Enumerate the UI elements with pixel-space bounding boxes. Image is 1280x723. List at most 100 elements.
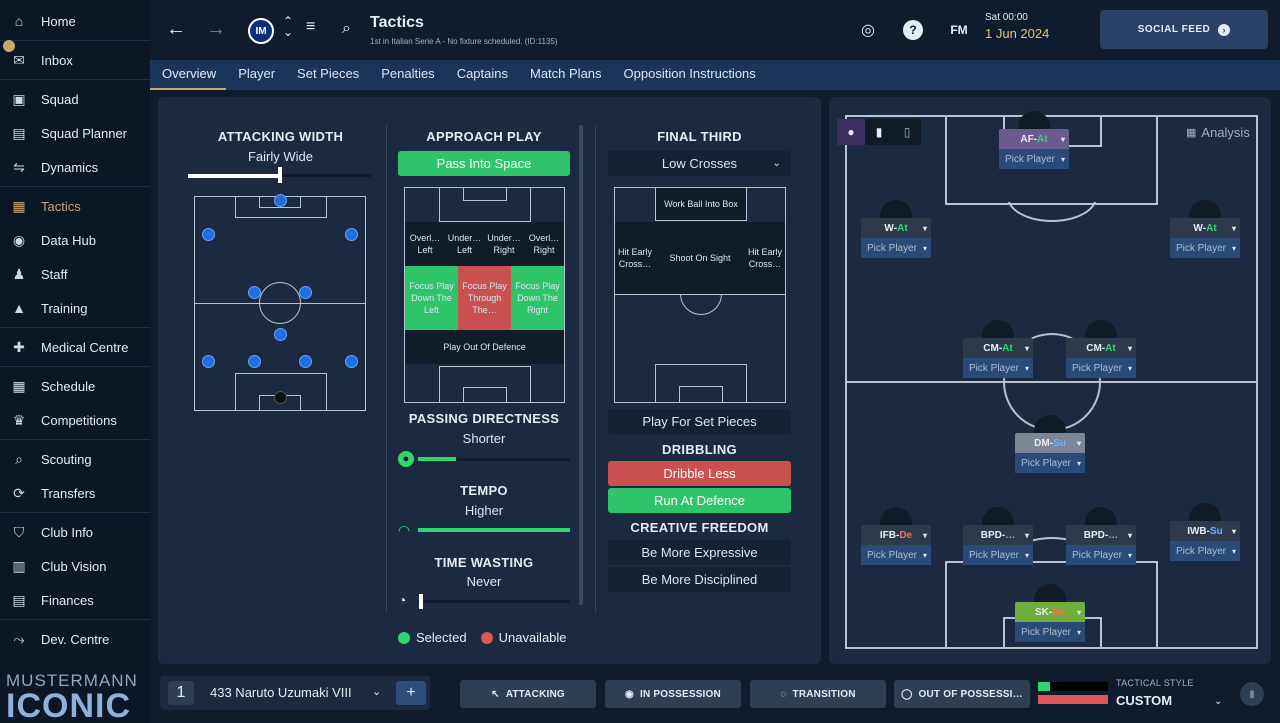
- position-card-bpd[interactable]: BPD - … ▾ Pick Player ▾: [963, 507, 1033, 565]
- work-ball-into-box-zone[interactable]: Work Ball Into Box: [655, 187, 747, 221]
- sidebar-item-dynamics[interactable]: ⇋ Dynamics: [0, 150, 150, 184]
- player-view-icon[interactable]: ●: [837, 119, 865, 145]
- sidebar-item-staff[interactable]: ♟ Staff: [0, 257, 150, 291]
- hit-early-cross-right-zone[interactable]: Hit Early Cross…: [745, 222, 785, 294]
- position-role[interactable]: CM - At ▾: [1066, 338, 1136, 358]
- pick-player-dropdown[interactable]: Pick Player ▾: [963, 545, 1033, 565]
- menu-icon[interactable]: ≡: [306, 18, 315, 36]
- focus-center-zone[interactable]: Focus Play Through The…: [458, 266, 511, 330]
- tab-captains[interactable]: Captains: [445, 60, 518, 90]
- sidebar-item-competitions[interactable]: ♛ Competitions: [0, 403, 150, 437]
- time-wasting-handle[interactable]: [419, 594, 423, 609]
- sidebar-item-tactics[interactable]: ▦ Tactics: [0, 189, 150, 223]
- focus-right-zone[interactable]: Focus Play Down The Right: [511, 266, 564, 330]
- social-feed-button[interactable]: SOCIAL FEED ›: [1100, 10, 1268, 49]
- position-role[interactable]: W - At ▾: [1170, 218, 1240, 238]
- pick-player-dropdown[interactable]: Pick Player ▾: [1066, 545, 1136, 565]
- tab-match-plans[interactable]: Match Plans: [518, 60, 612, 90]
- position-card-sk[interactable]: SK - De ▾ Pick Player ▾: [1015, 584, 1085, 642]
- pick-player-dropdown[interactable]: Pick Player ▾: [963, 358, 1033, 378]
- pick-player-dropdown[interactable]: Pick Player ▾: [999, 149, 1069, 169]
- position-role[interactable]: SK - De ▾: [1015, 602, 1085, 622]
- position-card-af[interactable]: AF - At ▾ Pick Player ▾: [999, 111, 1069, 169]
- forward-arrow-icon[interactable]: →: [206, 18, 226, 41]
- position-card-w[interactable]: W - At ▾ Pick Player ▾: [861, 200, 931, 258]
- scrollbar[interactable]: [579, 125, 583, 605]
- position-role[interactable]: BPD - … ▾: [963, 525, 1033, 545]
- bar-chart-icon[interactable]: ▮: [865, 119, 893, 145]
- position-card-ifb[interactable]: IFB - De ▾ Pick Player ▾: [861, 507, 931, 565]
- dribble-less-button[interactable]: Dribble Less: [608, 461, 791, 486]
- transition-button[interactable]: ◌ TRANSITION: [750, 680, 886, 708]
- sidebar-item-squad[interactable]: ▣ Squad: [0, 82, 150, 116]
- analysis-button[interactable]: ▦ Analysis: [1186, 125, 1250, 140]
- focus-left-zone[interactable]: Focus Play Down The Left: [405, 266, 458, 330]
- pick-player-dropdown[interactable]: Pick Player ▾: [1170, 541, 1240, 561]
- help-icon[interactable]: ?: [903, 20, 923, 40]
- position-card-iwb[interactable]: IWB - Su ▾ Pick Player ▾: [1170, 503, 1240, 561]
- pick-player-dropdown[interactable]: Pick Player ▾: [861, 545, 931, 565]
- pick-player-dropdown[interactable]: Pick Player ▾: [1170, 238, 1240, 258]
- tab-player[interactable]: Player: [226, 60, 285, 90]
- sidebar-item-club-vision[interactable]: ▥ Club Vision: [0, 549, 150, 583]
- sidebar-item-scouting[interactable]: ⌕ Scouting: [0, 442, 150, 476]
- play-for-set-pieces-button[interactable]: Play For Set Pieces: [608, 409, 791, 434]
- be-more-expressive-button[interactable]: Be More Expressive: [608, 540, 791, 565]
- sidebar-item-dev-centre[interactable]: ⤳ Dev. Centre: [0, 622, 150, 656]
- tab-overview[interactable]: Overview: [150, 60, 227, 90]
- sidebar-item-medical-centre[interactable]: ✚ Medical Centre: [0, 330, 150, 364]
- globe-icon[interactable]: ◎: [858, 20, 878, 40]
- in-possession-button[interactable]: ◉ IN POSSESSION: [605, 680, 741, 708]
- sidebar-item-inbox[interactable]: ✉ Inbox: [0, 40, 150, 77]
- sidebar-item-home[interactable]: ⌂ Home: [0, 4, 150, 38]
- sidebar-item-data-hub[interactable]: ◉ Data Hub: [0, 223, 150, 257]
- shoot-on-sight-zone[interactable]: Shoot On Sight: [655, 222, 745, 294]
- overlap-left-zone[interactable]: Overl… Left: [405, 222, 445, 266]
- attacking-width-handle[interactable]: [278, 167, 282, 183]
- time-wasting-track[interactable]: [418, 600, 570, 603]
- club-switch-icon[interactable]: ⌃ ⌄: [283, 15, 293, 38]
- date-box[interactable]: Sat 00:00 1 Jun 2024: [985, 12, 1049, 41]
- position-role[interactable]: CM - At ▾: [963, 338, 1033, 358]
- sidebar-item-club-info[interactable]: ⛉ Club Info: [0, 515, 150, 549]
- stats-icon[interactable]: ▮: [1240, 682, 1264, 706]
- search-icon[interactable]: ⌕: [342, 20, 351, 38]
- position-role[interactable]: IWB - Su ▾: [1170, 521, 1240, 541]
- pick-player-dropdown[interactable]: Pick Player ▾: [1066, 358, 1136, 378]
- chevron-down-icon[interactable]: ⌄: [1214, 696, 1222, 707]
- position-role[interactable]: AF - At ▾: [999, 129, 1069, 149]
- overlap-right-zone[interactable]: Overl… Right: [524, 222, 564, 266]
- out-of-possession-button[interactable]: ◯ OUT OF POSSESSI…: [894, 680, 1030, 708]
- attacking-phase-button[interactable]: ↖ ATTACKING: [460, 680, 596, 708]
- fm-icon[interactable]: FM: [945, 20, 973, 40]
- sidebar-item-squad-planner[interactable]: ▤ Squad Planner: [0, 116, 150, 150]
- position-card-cm[interactable]: CM - At ▾ Pick Player ▾: [963, 320, 1033, 378]
- add-tactic-button[interactable]: +: [396, 681, 426, 705]
- position-role[interactable]: BPD - … ▾: [1066, 525, 1136, 545]
- position-role[interactable]: IFB - De ▾: [861, 525, 931, 545]
- position-card-dm[interactable]: DM - Su ▾ Pick Player ▾: [1015, 415, 1085, 473]
- tactic-selector[interactable]: 1 433 Naruto Uzumaki VIII ⌄ +: [160, 676, 430, 710]
- position-card-cm[interactable]: CM - At ▾ Pick Player ▾: [1066, 320, 1136, 378]
- position-card-bpd[interactable]: BPD - … ▾ Pick Player ▾: [1066, 507, 1136, 565]
- tab-opposition-instructions[interactable]: Opposition Instructions: [612, 60, 766, 90]
- chevron-down-icon[interactable]: ⌄: [372, 685, 381, 698]
- play-out-of-defence-zone[interactable]: Play Out Of Defence: [405, 330, 564, 364]
- sidebar-item-finances[interactable]: ▤ Finances: [0, 583, 150, 617]
- position-card-w[interactable]: W - At ▾ Pick Player ▾: [1170, 200, 1240, 258]
- underlap-left-zone[interactable]: Under… Left: [445, 222, 484, 266]
- pick-player-dropdown[interactable]: Pick Player ▾: [861, 238, 931, 258]
- pass-into-space-button[interactable]: Pass Into Space: [398, 151, 570, 176]
- position-role[interactable]: DM - Su ▾: [1015, 433, 1085, 453]
- final-third-dropdown[interactable]: Low Crosses ⌄: [608, 151, 791, 176]
- tab-penalties[interactable]: Penalties: [369, 60, 444, 90]
- sidebar-item-training[interactable]: ▲ Training: [0, 291, 150, 325]
- info-card-icon[interactable]: ▯: [893, 119, 921, 145]
- pick-player-dropdown[interactable]: Pick Player ▾: [1015, 622, 1085, 642]
- hit-early-cross-left-zone[interactable]: Hit Early Cross…: [615, 222, 655, 294]
- tactic-slot[interactable]: 1: [168, 681, 194, 705]
- tab-set-pieces[interactable]: Set Pieces: [285, 60, 369, 90]
- underlap-right-zone[interactable]: Under… Right: [484, 222, 524, 266]
- back-arrow-icon[interactable]: ←: [166, 18, 186, 41]
- be-more-disciplined-button[interactable]: Be More Disciplined: [608, 567, 791, 592]
